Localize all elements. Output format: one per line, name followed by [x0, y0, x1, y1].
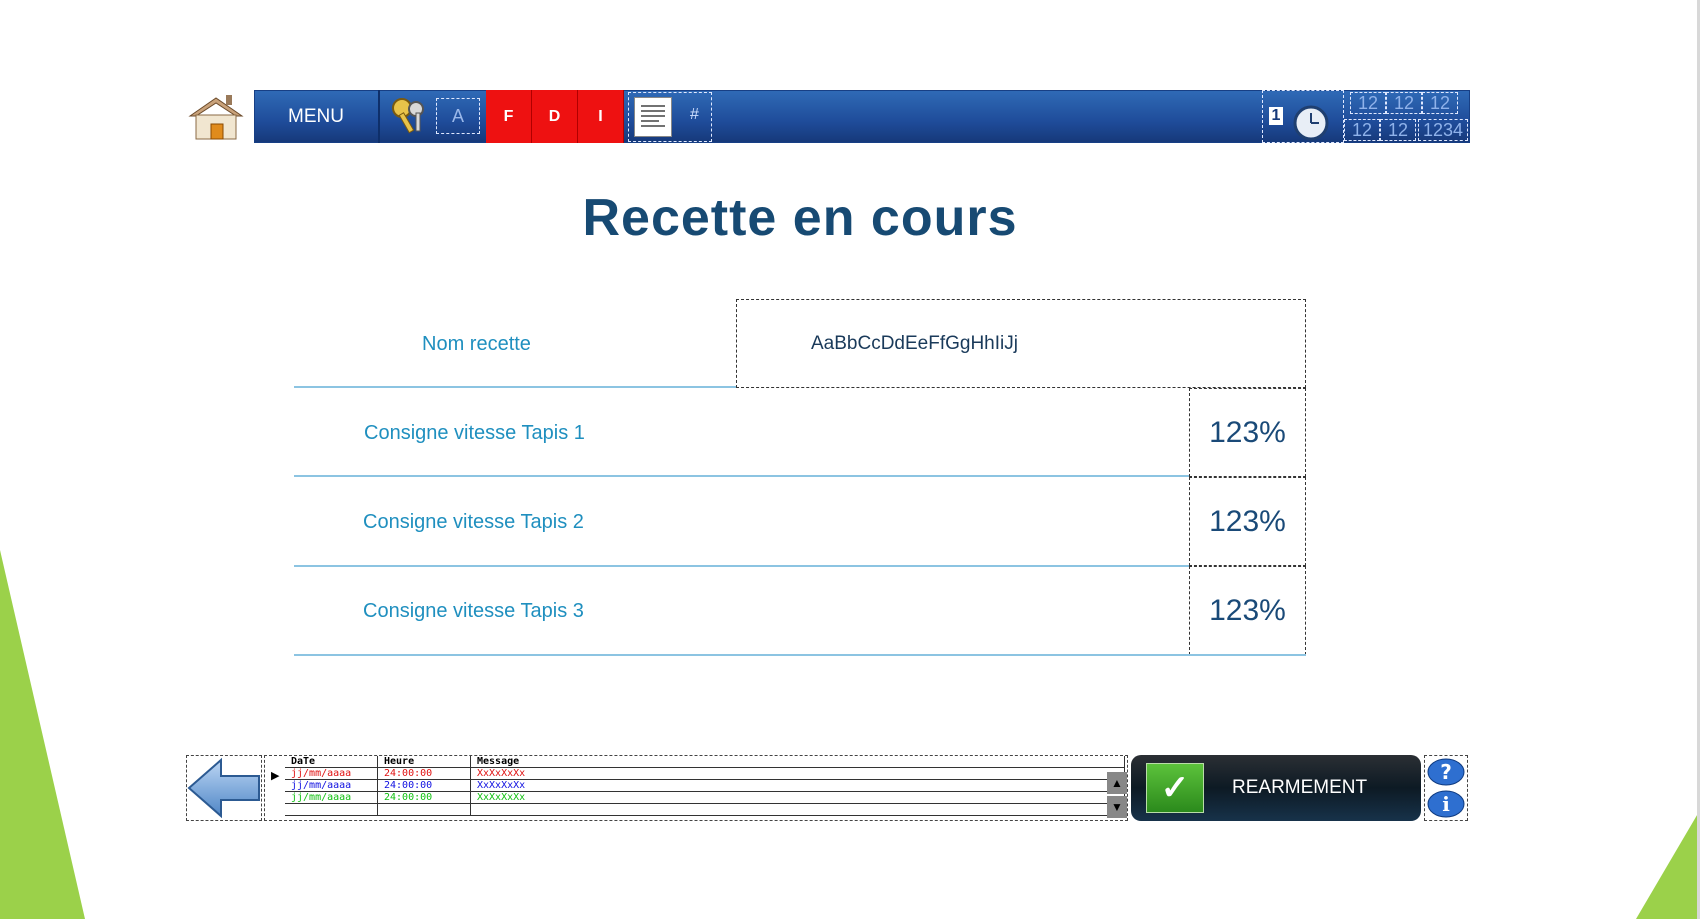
check-icon: ✓	[1146, 763, 1204, 813]
back-arrow-button[interactable]	[186, 755, 262, 821]
alarm-message: XxXxXxXx	[470, 779, 1125, 792]
date-bottom-1[interactable]: 12	[1344, 119, 1380, 141]
d-button[interactable]: D	[532, 90, 578, 143]
alarm-time: 24:00:00	[377, 779, 471, 792]
slide-edge-left	[0, 550, 85, 919]
svg-text:i: i	[1442, 792, 1450, 816]
alarm-row[interactable]: jj/mm/aaaa 24:00:00 XxXxXxXx	[285, 767, 1125, 780]
col-message: Message	[470, 756, 1125, 768]
divider-3	[294, 654, 1306, 656]
speed-value-3[interactable]: 123%	[1189, 566, 1306, 655]
f-button[interactable]: F	[486, 90, 532, 143]
speed-label-2: Consigne vitesse Tapis 2	[363, 510, 584, 533]
date-top-3[interactable]: 12	[1422, 92, 1458, 114]
info-icon[interactable]: i	[1426, 789, 1466, 819]
speed-label-3: Consigne vitesse Tapis 3	[363, 599, 584, 622]
date-top-2[interactable]: 12	[1386, 92, 1422, 114]
divider-2	[294, 565, 1189, 567]
menu-button[interactable]: MENU	[254, 90, 380, 143]
recipe-name-label: Nom recette	[422, 332, 531, 355]
alarm-row[interactable]	[285, 803, 1125, 816]
rearm-button[interactable]: ✓ REARMEMENT	[1131, 755, 1421, 821]
scroll-down-button[interactable]: ▼	[1107, 796, 1127, 818]
report-zone	[628, 92, 712, 142]
alarm-row[interactable]: jj/mm/aaaa 24:00:00 XxXxXxXx	[285, 779, 1125, 792]
alarm-date: jj/mm/aaaa	[285, 767, 378, 780]
clock-widget[interactable]: 1	[1262, 90, 1344, 143]
alarm-row[interactable]: jj/mm/aaaa 24:00:00 XxXxXxXx	[285, 791, 1125, 804]
alarm-message: XxXxXxXx	[470, 767, 1125, 780]
col-time: Heure	[377, 756, 471, 768]
alarm-message: XxXxXxXx	[470, 791, 1125, 804]
hash-label: #	[690, 106, 699, 123]
speed-value-1[interactable]: 123%	[1189, 388, 1306, 477]
alarm-date: jj/mm/aaaa	[285, 779, 378, 792]
divider-name	[294, 386, 736, 388]
rearm-label: REARMEMENT	[1232, 777, 1368, 798]
recipe-name-field[interactable]: AaBbCcDdEeFfGgHhIiJj	[736, 299, 1306, 388]
alarm-time: 24:00:00	[377, 791, 471, 804]
alarm-time: 24:00:00	[377, 767, 471, 780]
alarm-list[interactable]: ▶ DaTe Heure Message jj/mm/aaaa 24:00:00…	[264, 755, 1128, 821]
current-row-marker: ▶	[271, 770, 280, 782]
speed-label-1: Consigne vitesse Tapis 1	[364, 421, 585, 444]
back-arrow-icon	[187, 757, 260, 819]
alarm-table: DaTe Heure Message jj/mm/aaaa 24:00:00 X…	[285, 756, 1125, 816]
recipe-name-value: AaBbCcDdEeFfGgHhIiJj	[811, 332, 1018, 354]
i-button[interactable]: I	[578, 90, 624, 143]
scroll-up-button[interactable]: ▲	[1107, 772, 1127, 794]
access-level-field[interactable]: A	[436, 98, 480, 134]
alarm-date: jj/mm/aaaa	[285, 791, 378, 804]
clock-icon	[1293, 105, 1329, 141]
date-bottom-2[interactable]: 12	[1380, 119, 1416, 141]
svg-text:?: ?	[1440, 760, 1452, 784]
divider-1	[294, 475, 1189, 477]
date-bottom-3[interactable]: 1234	[1418, 119, 1468, 141]
alarm-header-row: DaTe Heure Message	[285, 756, 1125, 768]
home-icon[interactable]	[186, 92, 246, 142]
clock-day: 1	[1269, 107, 1283, 125]
speed-value-2[interactable]: 123%	[1189, 477, 1306, 566]
help-icon[interactable]: ?	[1426, 757, 1466, 787]
page-title: Recette en cours	[582, 189, 1018, 247]
date-top-1[interactable]: 12	[1350, 92, 1386, 114]
col-date: DaTe	[285, 756, 378, 768]
slide-edge-right	[1636, 810, 1700, 919]
keys-icon[interactable]	[388, 95, 432, 137]
